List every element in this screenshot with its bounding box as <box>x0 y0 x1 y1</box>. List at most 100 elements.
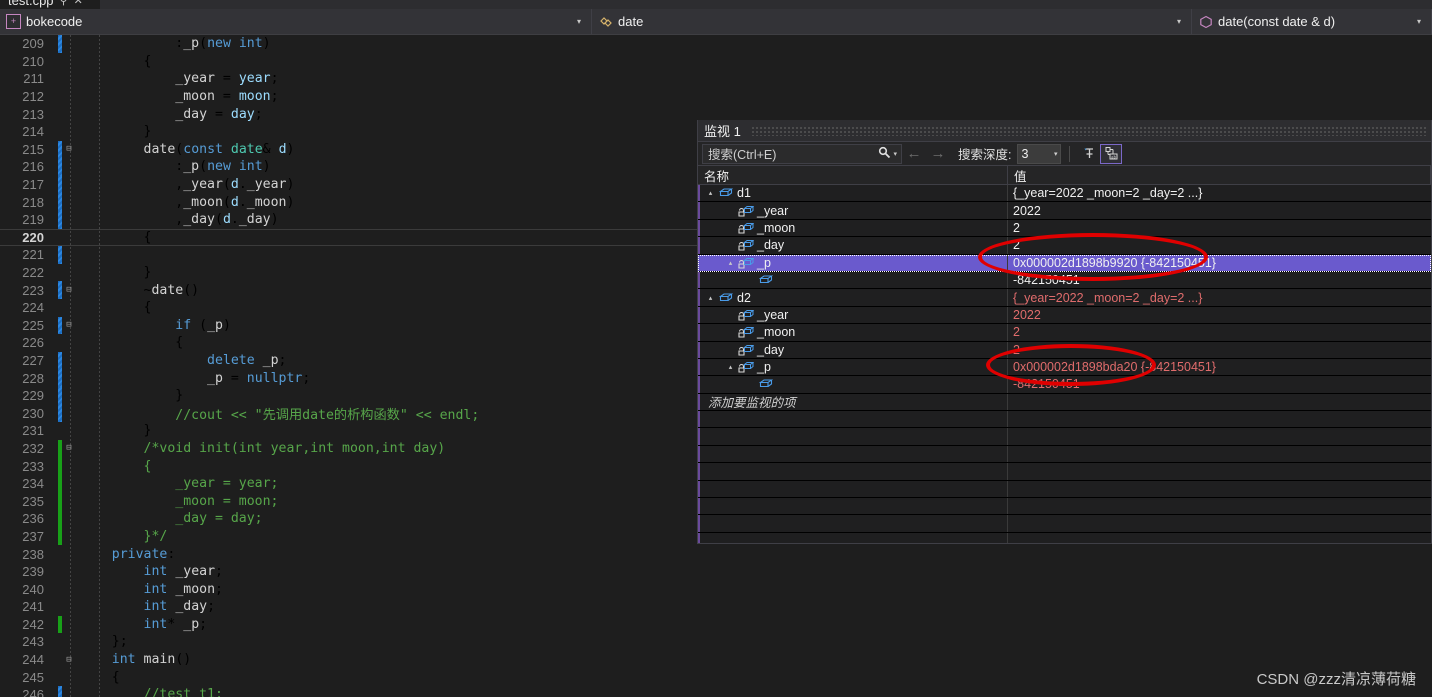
code-line[interactable]: 210 { <box>0 53 1432 71</box>
watch-row-value[interactable]: 2 <box>1008 220 1431 236</box>
code-text: //test t1; <box>143 687 223 697</box>
add-watch-item-value-cell[interactable] <box>1008 394 1431 410</box>
change-marker <box>58 70 62 88</box>
fold-toggle-icon[interactable]: ⊟ <box>62 443 76 453</box>
struct-icon <box>757 378 774 390</box>
watch-empty-value-cell <box>1008 428 1431 444</box>
watch-row[interactable]: _moon 2 <box>698 324 1431 342</box>
code-line[interactable]: 239 int _year; <box>0 563 1432 581</box>
fold-toggle-icon[interactable]: ⊟ <box>62 320 76 330</box>
search-icon[interactable] <box>876 146 893 162</box>
watch-row-name-cell[interactable]: _year <box>698 306 1008 324</box>
search-depth-select[interactable]: 3 ▾ <box>1017 143 1062 164</box>
watch-row-name-cell[interactable] <box>698 376 1008 393</box>
watch-row-name: _day <box>757 238 785 253</box>
watch-row-value[interactable]: 2 <box>1008 237 1431 253</box>
code-line[interactable]: 238 private: <box>0 545 1432 563</box>
code-line[interactable]: 240 int _moon; <box>0 580 1432 598</box>
expander-icon[interactable]: ▴ <box>704 189 717 197</box>
nav-class-selector[interactable]: date ▾ <box>592 9 1192 34</box>
watch-row-value[interactable]: 2022 <box>1008 307 1431 323</box>
tab-test-cpp[interactable]: test.cpp ⚲ ✕ <box>0 0 100 9</box>
watch-row-value[interactable]: 2 <box>1008 342 1431 358</box>
code-line[interactable]: 211 _year = year; <box>0 70 1432 88</box>
nav-member-selector[interactable]: date(const date & d) ▾ <box>1192 9 1432 34</box>
line-number: 230 <box>22 405 44 421</box>
watch-row-value[interactable]: 2 <box>1008 324 1431 340</box>
change-marker <box>58 510 62 528</box>
fold-toggle-icon[interactable]: ⊟ <box>62 285 76 295</box>
drag-grip[interactable] <box>750 125 1427 136</box>
search-input[interactable]: 搜索(Ctrl+E) ▾ <box>702 143 902 164</box>
watch-row[interactable]: _year 2022 <box>698 202 1431 220</box>
expander-icon[interactable]: ▴ <box>724 259 737 267</box>
add-watch-item-placeholder[interactable]: 添加要监视的项 <box>698 393 1008 410</box>
watch-row-name-cell[interactable]: ▴ d2 <box>698 289 1008 306</box>
chevron-down-icon[interactable]: ▾ <box>1407 17 1425 26</box>
column-header-value[interactable]: 值 <box>1008 166 1431 184</box>
watch-row[interactable]: _day 2 <box>698 341 1431 359</box>
watch-row[interactable]: _day 2 <box>698 237 1431 255</box>
watch-row-value[interactable]: {_year=2022 _moon=2 _day=2 ...} <box>1008 289 1431 305</box>
watch-row[interactable]: _year 2022 <box>698 306 1431 325</box>
watch-row-value[interactable]: 0x000002d1898b9920 {-842150451} <box>1008 255 1431 271</box>
pin-icon[interactable] <box>1078 144 1100 164</box>
code-line[interactable]: 244 ⊟ int main() <box>0 651 1432 669</box>
watch-row-name-cell[interactable]: ▴ d1 <box>698 185 1008 202</box>
watch-row-value[interactable]: 2022 <box>1008 202 1431 218</box>
watch-row[interactable]: ▴ _p 0x000002d1898b9920 {-842150451} <box>698 254 1431 272</box>
hex-display-icon[interactable]: ab <box>1100 143 1123 164</box>
nav-project-selector[interactable]: + bokecode ▾ <box>0 9 592 34</box>
chevron-down-icon[interactable]: ▾ <box>893 150 899 158</box>
watch-row-name: _moon <box>757 325 796 340</box>
watch-row-value[interactable]: -842150451 <box>1008 376 1431 392</box>
watch-row-value[interactable]: -842150451 <box>1008 272 1431 288</box>
code-line[interactable]: 212 _moon = moon; <box>0 88 1432 106</box>
code-line[interactable]: 245 { <box>0 668 1432 686</box>
code-line[interactable]: 242 int* _p; <box>0 615 1432 634</box>
watch-row[interactable]: ▴ d1 {_year=2022 _moon=2 _day=2 ...} <box>698 185 1431 203</box>
change-marker <box>58 369 62 387</box>
expander-icon[interactable]: ▴ <box>724 363 737 371</box>
code-line[interactable]: 246 //test t1; <box>0 685 1432 697</box>
watch-empty-name-cell <box>698 411 1008 428</box>
watch-row-name-cell[interactable]: _year <box>698 202 1008 219</box>
watch-row-value[interactable]: 0x000002d1898bda20 {-842150451} <box>1008 359 1431 375</box>
watch-row-name-cell[interactable]: _day <box>698 237 1008 254</box>
line-number: 235 <box>22 493 44 509</box>
nav-member-label: date(const date & d) <box>1218 14 1336 29</box>
project-icon: + <box>6 14 21 29</box>
watch-row-name-cell[interactable] <box>698 271 1008 289</box>
watch-row-name-cell[interactable]: _moon <box>698 324 1008 341</box>
watch-row[interactable]: ▴ d2 {_year=2022 _moon=2 _day=2 ...} <box>698 289 1431 307</box>
line-number: 213 <box>22 106 44 122</box>
watch-row[interactable]: ▴ _p 0x000002d1898bda20 {-842150451} <box>698 358 1431 377</box>
code-text: int _year; <box>143 564 223 580</box>
line-number: 210 <box>22 53 44 69</box>
column-header-name[interactable]: 名称 <box>698 166 1008 184</box>
watch-row-value[interactable]: {_year=2022 _moon=2 _day=2 ...} <box>1008 185 1431 201</box>
code-line[interactable]: 241 int _day; <box>0 598 1432 616</box>
watch-row-name-cell[interactable]: _day <box>698 341 1008 358</box>
search-next-button[interactable]: → <box>926 145 950 162</box>
expander-icon[interactable]: ▴ <box>704 294 717 302</box>
close-icon[interactable]: ✕ <box>74 0 83 7</box>
code-line[interactable]: 243 }; <box>0 633 1432 651</box>
add-watch-item-row[interactable]: 添加要监视的项 <box>698 393 1431 412</box>
watch-row-name-cell[interactable]: _moon <box>698 219 1008 237</box>
code-line[interactable]: 209 :_p(new int) <box>0 35 1432 53</box>
chevron-down-icon[interactable]: ▾ <box>567 17 585 26</box>
watch-row-name-cell[interactable]: ▴ _p <box>698 254 1008 271</box>
search-prev-button[interactable]: ← <box>902 145 926 162</box>
watch-row[interactable]: -842150451 <box>698 271 1431 290</box>
fold-toggle-icon[interactable]: ⊟ <box>62 655 76 665</box>
fold-toggle-icon[interactable]: ⊟ <box>62 144 76 154</box>
watch-row[interactable]: _moon 2 <box>698 219 1431 238</box>
pin-icon[interactable]: ⚲ <box>60 0 68 7</box>
chevron-down-icon[interactable]: ▾ <box>1167 17 1185 26</box>
change-marker <box>58 404 62 423</box>
change-marker <box>58 123 62 141</box>
watch-window-titlebar[interactable]: 监视 1 <box>698 120 1431 142</box>
watch-row-name-cell[interactable]: ▴ _p <box>698 358 1008 376</box>
watch-row[interactable]: -842150451 <box>698 376 1431 394</box>
